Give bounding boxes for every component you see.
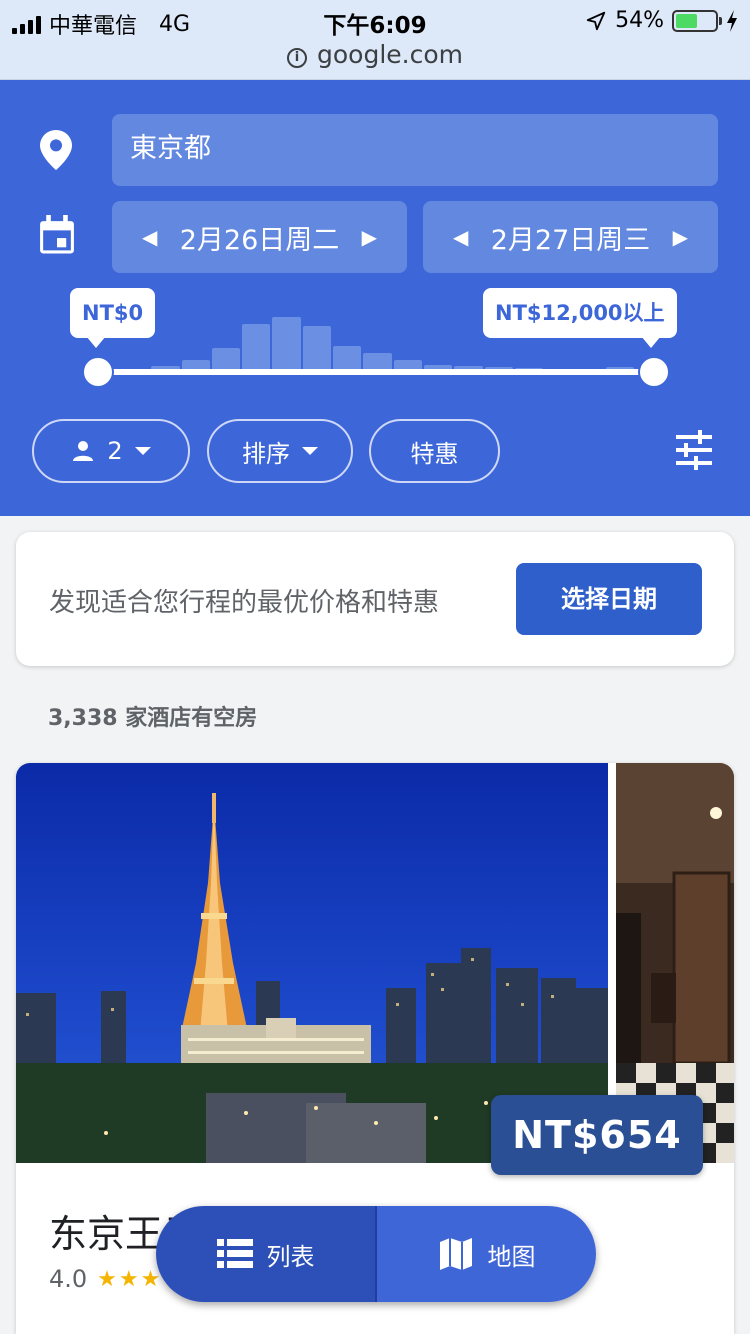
map-icon xyxy=(439,1238,472,1270)
prev-date-icon[interactable]: ◀ xyxy=(453,225,468,249)
star-rating-icon: ★★★ xyxy=(97,1266,163,1292)
charging-bolt-icon xyxy=(727,9,737,32)
guests-count: 2 xyxy=(107,437,123,465)
price-min-label: NT$0 xyxy=(70,288,156,348)
url-bar[interactable]: i google.com xyxy=(0,40,750,69)
location-arrow-icon xyxy=(586,11,606,30)
promo-text: 发现适合您行程的最优价格和特惠 xyxy=(49,588,440,618)
hotel-price-tag: NT$654 xyxy=(491,1095,703,1175)
results-count: 3,338 家酒店有空房 xyxy=(48,706,258,731)
checkin-date-picker[interactable]: ◀ 2月26日周二 ▶ xyxy=(112,201,407,273)
sort-label: 排序 xyxy=(242,439,290,468)
hotel-rating: 4.0 ★★★ xyxy=(49,1265,162,1293)
sort-chip[interactable]: 排序 xyxy=(207,419,353,483)
battery-percent: 54% xyxy=(615,8,664,33)
list-view-label: 列表 xyxy=(266,1242,315,1271)
location-pin-icon xyxy=(40,130,72,170)
price-max-handle[interactable] xyxy=(638,356,670,388)
list-view-button[interactable]: 列表 xyxy=(156,1206,377,1302)
date-promo-card: 发现适合您行程的最优价格和特惠 选择日期 xyxy=(16,532,734,666)
deals-label: 特惠 xyxy=(410,439,459,468)
histogram-bar xyxy=(302,325,332,372)
destination-input[interactable]: 東京都 xyxy=(112,114,718,186)
checkin-date: 2月26日周二 xyxy=(179,224,340,256)
chevron-down-icon xyxy=(134,447,151,455)
deals-chip[interactable]: 特惠 xyxy=(369,419,500,483)
rating-value: 4.0 xyxy=(49,1265,88,1293)
price-slider-track[interactable] xyxy=(98,369,654,375)
view-toggle: 列表 地图 xyxy=(156,1206,596,1302)
choose-dates-button[interactable]: 选择日期 xyxy=(516,563,702,635)
info-icon[interactable]: i xyxy=(287,48,307,68)
checkout-date-picker[interactable]: ◀ 2月27日周三 ▶ xyxy=(423,201,718,273)
map-view-label: 地图 xyxy=(487,1242,536,1271)
next-date-icon[interactable]: ▶ xyxy=(362,225,377,249)
price-max-label: NT$12,000以上 xyxy=(483,288,677,348)
battery-icon xyxy=(672,9,722,32)
chevron-down-icon xyxy=(302,447,318,455)
histogram-bar xyxy=(272,317,301,372)
url-text: google.com xyxy=(317,40,463,69)
checkout-date: 2月27日周三 xyxy=(490,224,651,256)
status-bar: 中華電信 4G 下午6:09 54% i google.com xyxy=(0,0,750,80)
prev-date-icon[interactable]: ◀ xyxy=(142,225,157,249)
price-min-handle[interactable] xyxy=(82,356,114,388)
map-view-button[interactable]: 地图 xyxy=(377,1206,596,1302)
histogram-bar xyxy=(242,323,271,372)
next-date-icon[interactable]: ▶ xyxy=(673,225,688,249)
filter-settings-icon[interactable] xyxy=(674,430,714,470)
status-right: 54% xyxy=(585,8,738,33)
calendar-icon xyxy=(40,215,74,254)
guests-chip[interactable]: 2 xyxy=(32,419,190,483)
list-icon xyxy=(216,1239,253,1268)
person-icon xyxy=(73,441,94,461)
search-header: 東京都 ◀ 2月26日周二 ▶ ◀ 2月27日周三 ▶ NT$0 NT$12,0… xyxy=(0,80,750,516)
